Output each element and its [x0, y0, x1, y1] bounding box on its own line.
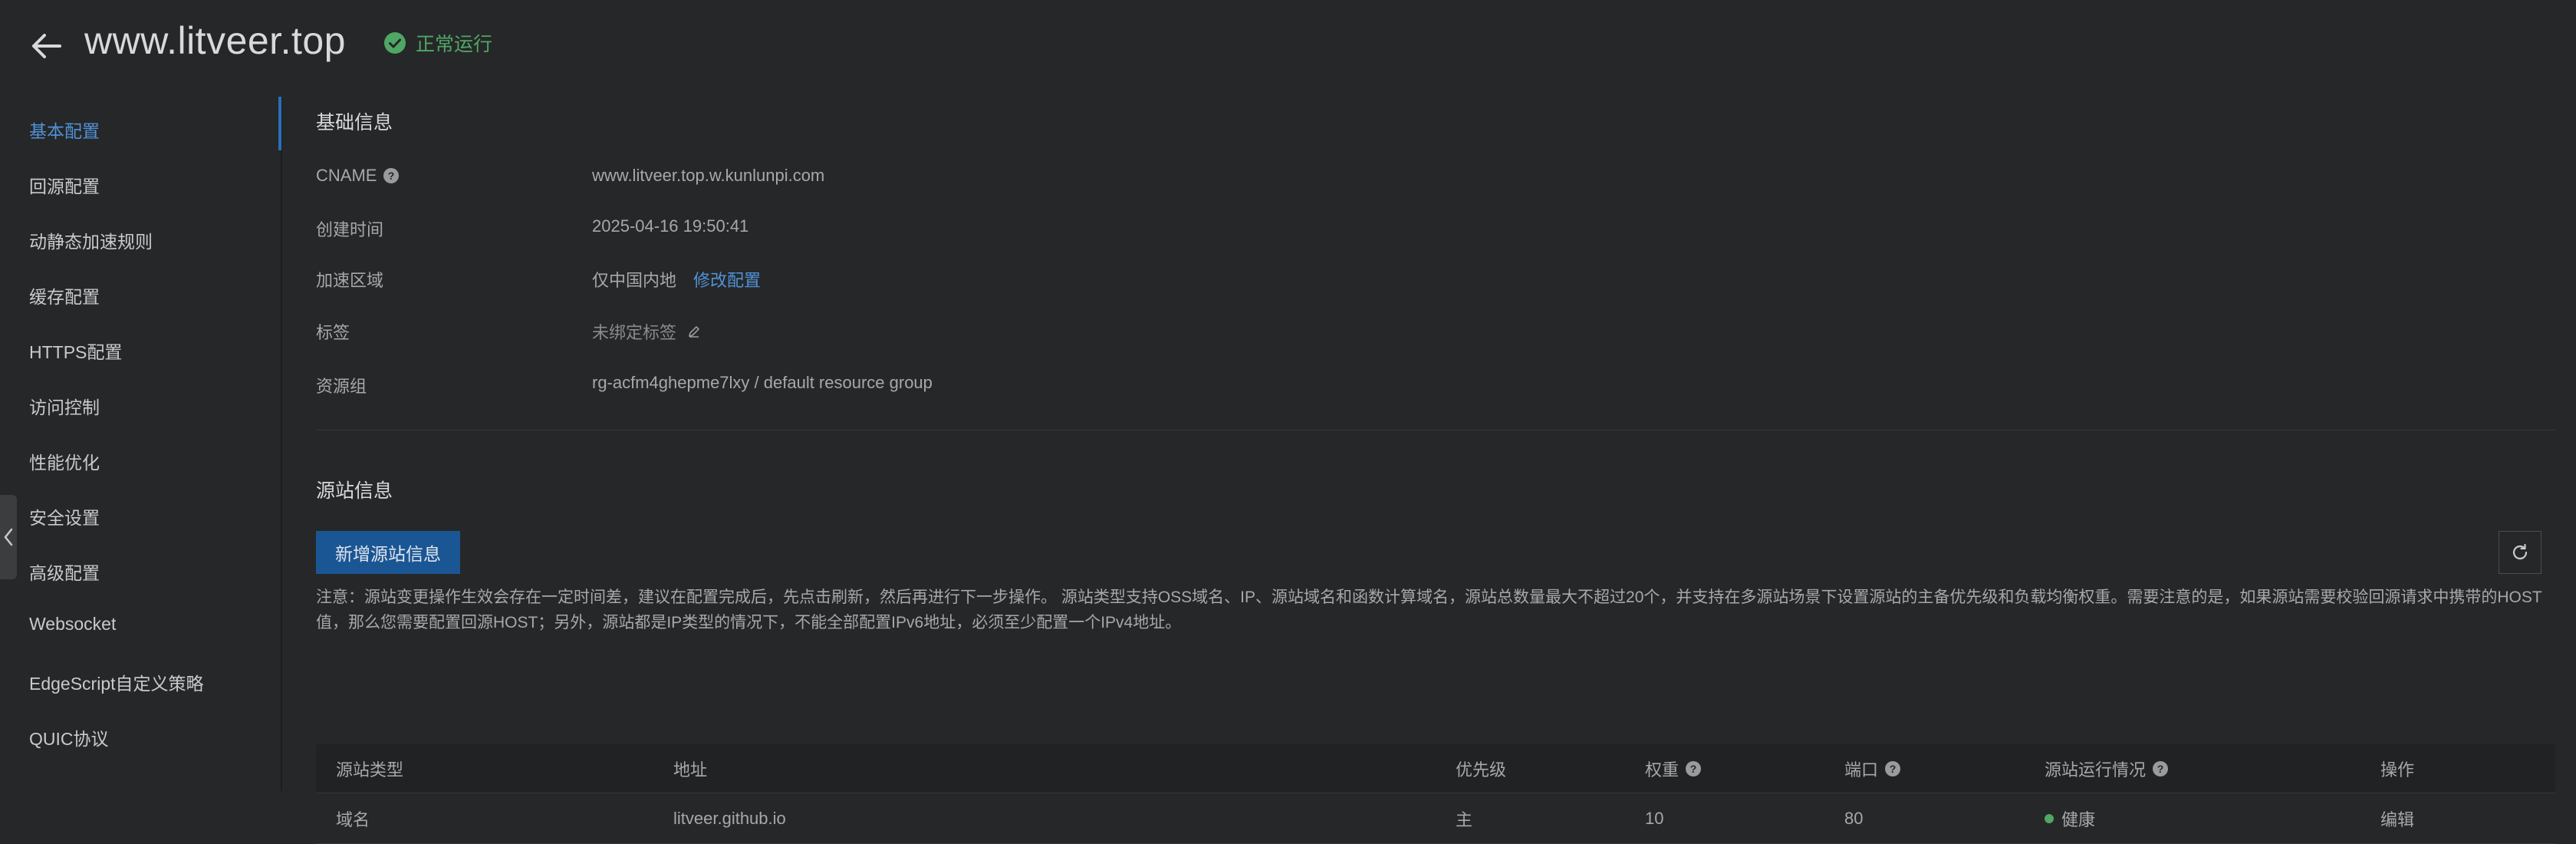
- tags-value-row: 未绑定标签: [592, 319, 701, 344]
- add-origin-button[interactable]: 新增源站信息: [316, 531, 460, 574]
- cell-address: litveer.github.io: [673, 808, 786, 828]
- region-value: 仅中国内地: [592, 271, 677, 290]
- sidebar-item-origin-config[interactable]: 回源配置: [29, 172, 100, 198]
- table-header: 源站类型 地址 优先级 权重 ? 端口 ? 源站运行情况 ? 操作: [316, 744, 2555, 793]
- resource-group-value: rg-acfm4ghepme7lxy / default resource gr…: [592, 373, 933, 392]
- sidebar-item-https-config[interactable]: HTTPS配置: [29, 338, 122, 364]
- column-header-address: 地址: [673, 760, 708, 780]
- created-time-label: 创建时间: [316, 220, 384, 239]
- table-row: 域名 litveer.github.io 主 10 80 健康 编辑: [316, 793, 2555, 844]
- sidebar-item-basic-config[interactable]: 基本配置: [29, 117, 100, 143]
- region-label: 加速区域: [316, 271, 384, 290]
- cell-type: 域名: [336, 809, 370, 829]
- check-circle-icon: [384, 32, 406, 54]
- cname-label-text: CNAME: [316, 166, 377, 185]
- cell-health: 健康: [2045, 793, 2095, 843]
- sidebar-item-edgescript[interactable]: EdgeScript自定义策略: [29, 669, 204, 695]
- health-status-dot: [2045, 813, 2054, 823]
- refresh-button[interactable]: [2499, 531, 2541, 574]
- svg-text:?: ?: [388, 170, 395, 182]
- sidebar-item-acceleration-rules[interactable]: 动静态加速规则: [29, 227, 153, 253]
- cell-weight: 10: [1645, 808, 1664, 828]
- help-icon[interactable]: ?: [1884, 760, 1901, 777]
- sidebar-item-quic[interactable]: QUIC协议: [29, 724, 109, 750]
- sidebar-item-advanced[interactable]: 高级配置: [29, 559, 100, 585]
- help-icon[interactable]: ?: [383, 167, 400, 184]
- column-header-weight-text: 权重: [1645, 760, 1679, 780]
- origin-notice: 注意：源站变更操作生效会存在一定时间差，建议在配置完成后，先点击刷新，然后再进行…: [316, 588, 2542, 631]
- svg-text:?: ?: [2157, 763, 2164, 775]
- column-header-health: 源站运行情况 ?: [2045, 744, 2169, 793]
- column-header-priority: 优先级: [1456, 760, 1507, 780]
- column-header-port: 端口 ?: [1844, 744, 1901, 793]
- tags-label: 标签: [316, 323, 350, 342]
- help-icon[interactable]: ?: [1685, 760, 1702, 777]
- region-value-row: 仅中国内地 修改配置: [592, 267, 761, 292]
- back-arrow-icon[interactable]: [28, 28, 64, 64]
- help-icon[interactable]: ?: [2152, 760, 2169, 777]
- edit-pencil-icon[interactable]: [687, 325, 701, 338]
- resource-group-label: 资源组: [316, 377, 367, 396]
- page-title: www.litveer.top: [84, 19, 346, 62]
- column-header-port-text: 端口: [1844, 760, 1879, 780]
- sidebar-item-performance[interactable]: 性能优化: [29, 448, 100, 474]
- sidebar-item-cache-config[interactable]: 缓存配置: [29, 282, 100, 308]
- sidebar-item-websocket[interactable]: Websocket: [29, 614, 116, 635]
- cell-priority: 主: [1456, 809, 1473, 829]
- edit-origin-link[interactable]: 编辑: [2380, 793, 2414, 843]
- tags-value: 未绑定标签: [592, 323, 677, 342]
- column-header-type: 源站类型: [336, 760, 404, 780]
- edit-region-link[interactable]: 修改配置: [693, 267, 761, 292]
- health-status-text: 健康: [2061, 809, 2096, 829]
- sidebar: 基本配置 回源配置 动静态加速规则 缓存配置 HTTPS配置 访问控制 性能优化…: [0, 97, 282, 791]
- chevron-left-icon: [4, 528, 13, 546]
- refresh-icon: [2512, 543, 2528, 560]
- svg-text:?: ?: [1890, 763, 1897, 775]
- cell-port: 80: [1844, 808, 1864, 828]
- main-content: 基础信息 CNAME ? www.litveer.top.w.kunlunpi.…: [282, 97, 2576, 844]
- active-indicator: [278, 97, 281, 150]
- created-time-value: 2025-04-16 19:50:41: [592, 216, 749, 236]
- sidebar-item-access-control[interactable]: 访问控制: [29, 393, 100, 419]
- column-header-action: 操作: [2380, 760, 2415, 780]
- page-header: www.litveer.top 正常运行: [0, 0, 2576, 92]
- status-text: 正常运行: [416, 34, 493, 55]
- column-header-health-text: 源站运行情况: [2045, 760, 2147, 780]
- cname-label: CNAME ?: [316, 166, 400, 186]
- cname-value: www.litveer.top.w.kunlunpi.com: [592, 166, 825, 185]
- origin-info-title: 源站信息: [316, 480, 393, 502]
- svg-text:?: ?: [1690, 763, 1697, 775]
- column-header-weight: 权重 ?: [1645, 744, 1702, 793]
- sidebar-collapse-toggle[interactable]: [0, 495, 17, 579]
- basic-info-title: 基础信息: [316, 112, 393, 134]
- sidebar-item-security[interactable]: 安全设置: [29, 503, 100, 529]
- status-badge: 正常运行: [383, 29, 492, 57]
